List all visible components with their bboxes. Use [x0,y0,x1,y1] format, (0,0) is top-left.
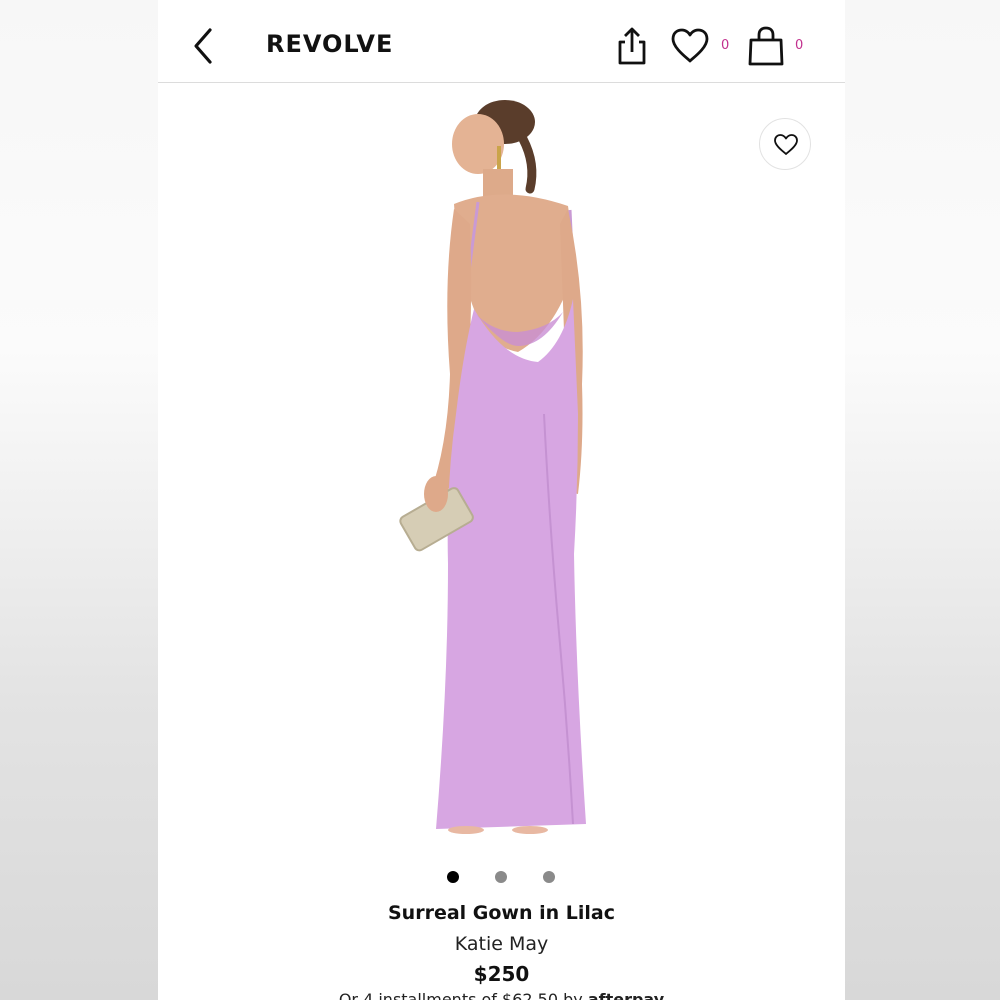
product-photo[interactable] [158,84,845,854]
carousel-indicator [158,869,845,885]
product-brand[interactable]: Katie May [158,933,845,955]
installments-info[interactable]: Or 4 installments of $62.50 by afterpay [158,990,845,1000]
app-screen: REVOLVE 0 0 Surreal Gown in Lilac Katie … [158,0,845,1000]
favorites-count: 0 [721,38,730,53]
background-right [845,0,1000,1000]
carousel-dot-2[interactable] [495,871,507,883]
installments-text: Or 4 installments of $62.50 by [338,990,583,1000]
brand-logo[interactable]: REVOLVE [266,30,393,58]
favorites-button[interactable] [669,27,711,65]
product-price: $250 [473,962,530,986]
carousel-dot-3[interactable] [543,871,555,883]
gown-model-illustration [399,100,586,834]
heart-outline-icon [774,134,798,155]
share-icon [618,27,646,65]
product-title: Surreal Gown in Lilac [388,902,615,924]
shopping-bag-icon [748,26,784,66]
afterpay-logo: afterpay [587,990,665,1000]
share-button[interactable] [613,25,651,67]
heart-icon [671,28,709,63]
bag-count: 0 [795,38,804,53]
chevron-left-icon [194,28,212,64]
back-button[interactable] [188,26,222,66]
top-nav-bar: REVOLVE 0 0 [158,0,845,83]
shopping-bag-button[interactable] [746,25,786,67]
add-to-wishlist-button[interactable] [759,118,811,170]
background-left [0,0,160,1000]
carousel-dot-1[interactable] [447,871,459,883]
